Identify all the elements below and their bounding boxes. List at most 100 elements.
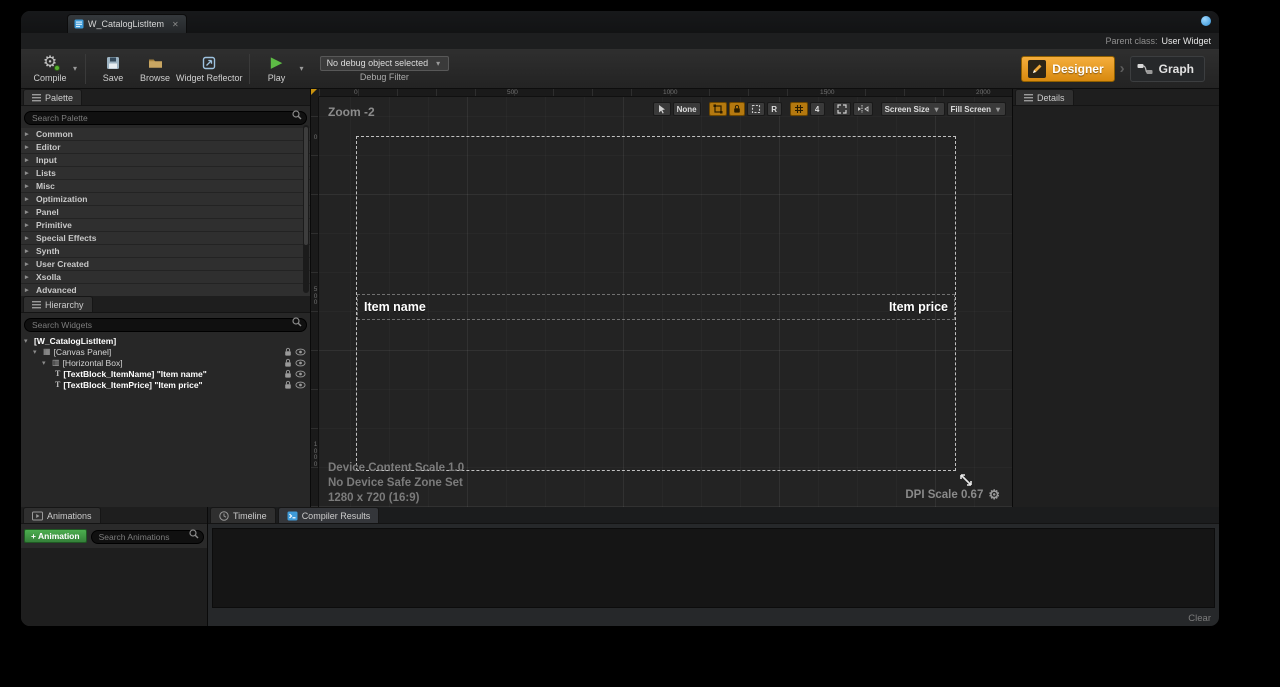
hierarchy-row-root[interactable]: ▾ [W_CatalogListItem] — [21, 335, 310, 346]
asset-tab[interactable]: W_CatalogListItem ✕ — [67, 14, 187, 33]
palette-category-synth[interactable]: ▸Synth — [21, 245, 310, 258]
palette-category-common[interactable]: ▸Common — [21, 128, 310, 141]
expander-icon[interactable]: ▸ — [25, 182, 32, 190]
widget-reflector-button[interactable]: Widget Reflector — [176, 51, 243, 87]
expander-icon[interactable]: ▾ — [42, 359, 49, 367]
canvas-info-overlay: Device Content Scale 1.0 No Device Safe … — [328, 461, 464, 506]
debug-object-dropdown[interactable]: No debug object selected ▾ — [320, 56, 450, 71]
compiler-results-output — [212, 528, 1215, 608]
grid-snap-toggle-button[interactable] — [790, 102, 808, 116]
lock-icon[interactable] — [284, 347, 292, 357]
details-panel: Details — [1013, 89, 1220, 507]
visibility-eye-icon[interactable] — [295, 359, 306, 367]
parent-class-value[interactable]: User Widget — [1161, 36, 1211, 46]
debug-filter-group: No debug object selected ▾ Debug Filter — [320, 56, 450, 82]
designer-canvas[interactable]: 0 500 1000 1500 2000 0 500 1000 Zoom -2 … — [311, 89, 1012, 507]
search-icon — [292, 110, 302, 120]
compile-dropdown-icon[interactable]: ▾ — [73, 64, 77, 73]
debug-dropdown-icon: ▾ — [436, 59, 440, 68]
lock-toggle-button[interactable] — [729, 102, 745, 116]
add-animation-button[interactable]: + Animation — [24, 529, 87, 543]
palette-category-special-effects[interactable]: ▸Special Effects — [21, 232, 310, 245]
expander-icon[interactable]: ▸ — [25, 195, 32, 203]
hierarchy-row-canvas-panel[interactable]: ▾ ▦ [Canvas Panel] — [21, 346, 310, 357]
screen-size-dropdown[interactable]: Screen Size▾ — [881, 102, 945, 116]
expander-icon[interactable]: ▾ — [33, 348, 40, 356]
graph-mode-button[interactable]: Graph — [1130, 56, 1205, 82]
hierarchy-row-textblock-itemprice[interactable]: T [TextBlock_ItemPrice] "Item price" — [21, 379, 310, 390]
expander-icon[interactable]: ▾ — [24, 337, 31, 345]
expander-icon[interactable]: ▸ — [25, 143, 32, 151]
palette-category-lists[interactable]: ▸Lists — [21, 167, 310, 180]
palette-category-user-created[interactable]: ▸User Created — [21, 258, 310, 271]
palette-category-xsolla[interactable]: ▸Xsolla — [21, 271, 310, 284]
hierarchy-row-textblock-itemname[interactable]: T [TextBlock_ItemName] "Item name" — [21, 368, 310, 379]
expander-icon[interactable]: ▸ — [25, 221, 32, 229]
expander-icon[interactable]: ▸ — [25, 273, 32, 281]
expander-icon[interactable]: ▸ — [25, 208, 32, 216]
palette-scrollbar[interactable] — [303, 125, 309, 293]
play-dropdown-icon[interactable]: ▾ — [300, 64, 304, 73]
expander-icon[interactable]: ▸ — [25, 286, 32, 294]
expander-icon[interactable]: ▸ — [25, 260, 32, 268]
lock-icon[interactable] — [284, 369, 292, 379]
palette-category-panel[interactable]: ▸Panel — [21, 206, 310, 219]
browse-button[interactable]: Browse — [134, 51, 176, 87]
expander-icon[interactable]: ▸ — [25, 234, 32, 242]
expander-icon[interactable]: ▸ — [25, 169, 32, 177]
expander-icon[interactable]: ▸ — [25, 156, 32, 164]
palette-category-misc[interactable]: ▸Misc — [21, 180, 310, 193]
animations-tab[interactable]: Animations — [23, 507, 101, 523]
bottom-dock: Animations + Animation Timeline — [21, 507, 1219, 627]
compiler-results-tab[interactable]: Compiler Results — [278, 507, 380, 523]
safe-zone-none-button[interactable]: None — [673, 102, 701, 116]
visibility-eye-icon[interactable] — [295, 348, 306, 356]
parent-class-label: Parent class: — [1105, 36, 1157, 46]
details-tab[interactable]: Details — [1015, 89, 1074, 105]
palette-category-optimization[interactable]: ▸Optimization — [21, 193, 310, 206]
palette-search-input[interactable] — [24, 111, 307, 125]
root-canvas-selection[interactable]: Item name Item price — [356, 136, 956, 471]
dpi-scale-control: DPI Scale 0.67 ⚙ — [905, 487, 1000, 503]
hierarchy-panel: Hierarchy ▾ [W_CatalogListItem] ▾ ▦ [Can… — [21, 296, 310, 507]
fill-screen-dropdown[interactable]: Fill Screen▾ — [947, 102, 1006, 116]
hierarchy-tab[interactable]: Hierarchy — [23, 296, 93, 312]
palette-category-primitive[interactable]: ▸Primitive — [21, 219, 310, 232]
zoom-level-label: Zoom -2 — [328, 105, 375, 119]
tab-close-icon[interactable]: ✕ — [172, 20, 179, 29]
item-price-textblock[interactable]: Item price — [889, 300, 948, 314]
hierarchy-row-horizontal-box[interactable]: ▾ ▥ [Horizontal Box] — [21, 357, 310, 368]
palette-tab[interactable]: Palette — [23, 89, 82, 105]
device-content-scale-label: Device Content Scale 1.0 — [328, 461, 464, 476]
animations-search-input[interactable] — [91, 530, 204, 544]
lock-icon[interactable] — [284, 358, 292, 368]
dpi-settings-gear-icon[interactable]: ⚙ — [988, 487, 1000, 503]
visibility-eye-icon[interactable] — [295, 370, 306, 378]
item-name-textblock[interactable]: Item name — [364, 300, 426, 314]
designer-mode-button[interactable]: Designer — [1021, 56, 1114, 82]
expander-icon[interactable]: ▸ — [25, 247, 32, 255]
timeline-tab[interactable]: Timeline — [210, 507, 276, 523]
save-button[interactable]: Save — [92, 51, 134, 87]
localization-preview-button[interactable] — [653, 102, 671, 116]
zoom-to-fit-button[interactable] — [833, 102, 851, 116]
details-body — [1013, 106, 1220, 507]
lock-icon[interactable] — [284, 380, 292, 390]
grid-snap-size-button[interactable]: 4 — [810, 102, 825, 116]
palette-category-input[interactable]: ▸Input — [21, 154, 310, 167]
compile-button[interactable]: ⚙ Compile — [29, 51, 71, 87]
expander-icon[interactable]: ▸ — [25, 130, 32, 138]
clear-button[interactable]: Clear — [1188, 613, 1211, 624]
anchor-toggle-button[interactable] — [709, 102, 727, 116]
visibility-eye-icon[interactable] — [295, 381, 306, 389]
horizontal-box-widget[interactable]: Item name Item price — [357, 294, 955, 320]
play-button[interactable]: ▶ Play — [256, 51, 298, 87]
hierarchy-search-input[interactable] — [24, 318, 307, 332]
palette-category-editor[interactable]: ▸Editor — [21, 141, 310, 154]
widget-outlines-toggle-button[interactable] — [747, 102, 765, 116]
raw-edit-toggle-button[interactable]: R — [767, 102, 782, 116]
resize-handle-icon[interactable] — [959, 473, 973, 487]
palette-panel: Palette ▸Common ▸Editor ▸Input ▸Lists ▸M… — [21, 89, 310, 295]
preview-flip-button[interactable] — [853, 102, 873, 116]
toolbar-separator — [249, 54, 250, 84]
